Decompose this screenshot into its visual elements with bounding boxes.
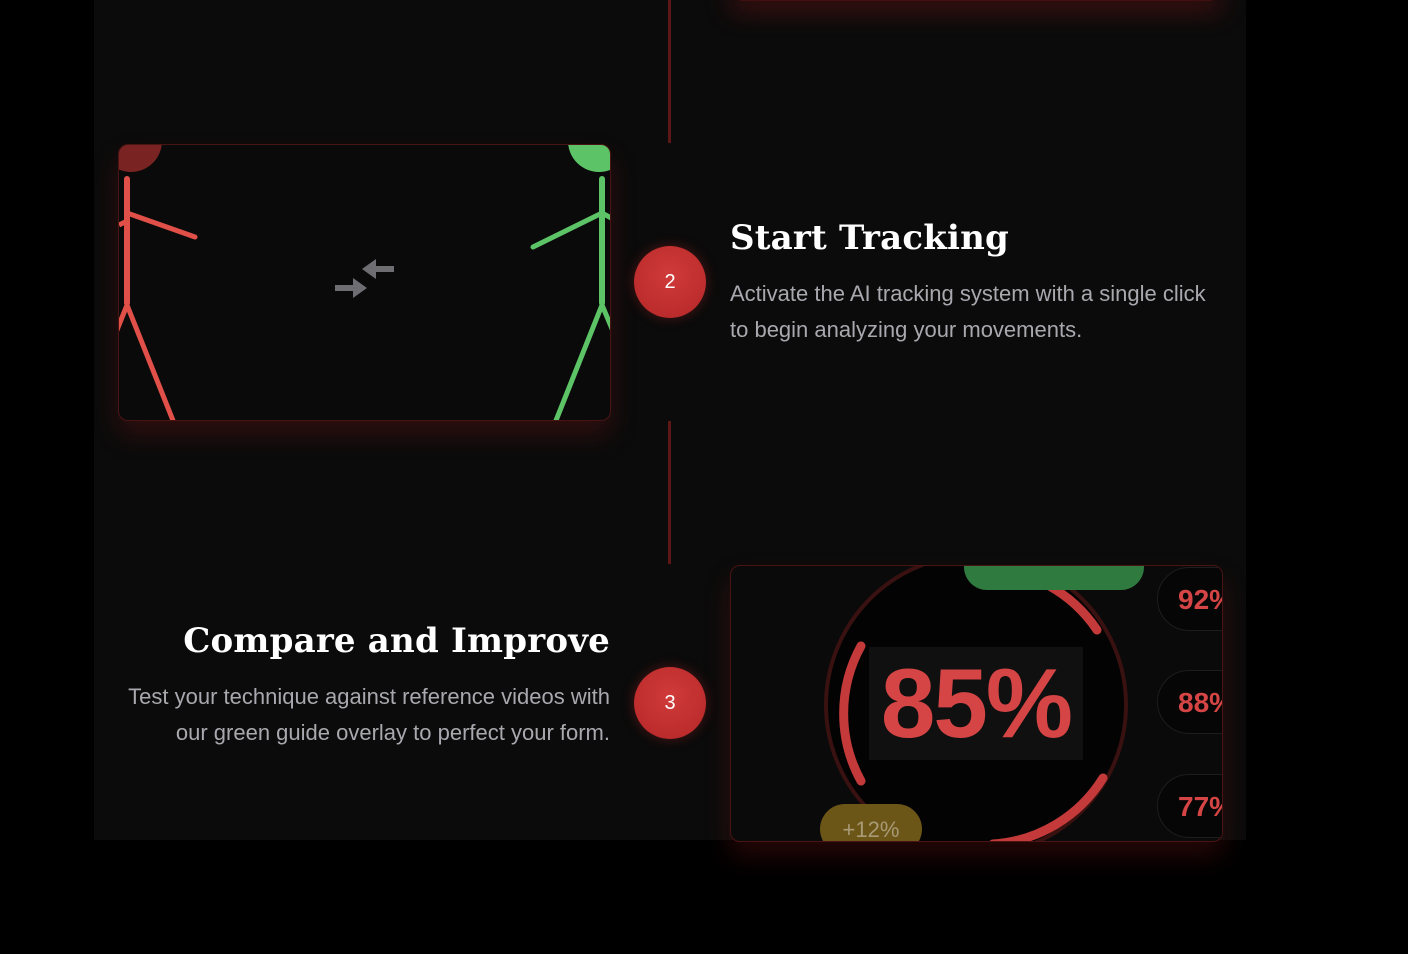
- score-pill: 92%: [1157, 567, 1222, 631]
- timeline-connector: [668, 421, 671, 564]
- step-number-badge: 3: [634, 667, 706, 739]
- left-red-figure: [119, 145, 198, 420]
- step-description: Activate the AI tracking system with a s…: [730, 281, 1206, 342]
- results-preview-card: EXCELLENT 85% +12% 92% 88% 77%: [730, 565, 1223, 842]
- compare-arrows-icon: [335, 259, 394, 298]
- score-pill: 88%: [1157, 670, 1222, 734]
- step-description: Test your technique against reference vi…: [128, 684, 610, 745]
- main-score: 85%: [869, 647, 1083, 760]
- right-green-figure: [530, 145, 610, 420]
- previous-card-glow: [740, 0, 1212, 1]
- timeline-connector: [668, 0, 671, 143]
- step-title: Start Tracking: [730, 218, 1009, 258]
- score-pill: 77%: [1157, 774, 1222, 838]
- stick-figures-illustration: [119, 145, 610, 420]
- step-title: Compare and Improve: [183, 621, 610, 661]
- step-number-badge: 2: [634, 246, 706, 318]
- improvement-badge: +12%: [820, 804, 922, 841]
- tracking-illustration-card: [118, 144, 611, 421]
- rating-badge: EXCELLENT: [964, 566, 1144, 590]
